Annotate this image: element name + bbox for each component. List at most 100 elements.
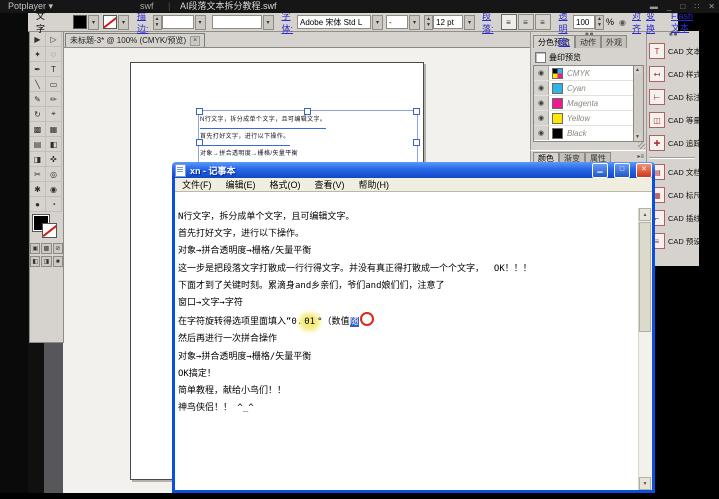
scroll-up-icon[interactable]: ▲ (639, 208, 651, 221)
player-app-menu[interactable]: Potplayer ▾ (8, 0, 53, 13)
stroke-weight-link[interactable]: 描边: (137, 13, 149, 31)
tool-type[interactable]: T (46, 62, 62, 77)
cad-style-button[interactable]: ↤ CAD 样式 (649, 66, 701, 82)
player-grid-button[interactable]: ∷ (694, 0, 699, 13)
font-link[interactable]: 字体: (282, 13, 294, 31)
cad-presets-button[interactable]: ≡ CAD 预设 (649, 233, 701, 249)
tool-line[interactable]: ╲ (30, 77, 46, 92)
menu-help[interactable]: 帮助(H) (352, 178, 397, 191)
notepad-close-button[interactable]: ✕ (636, 163, 652, 178)
screen-mode-full-button[interactable]: ■ (53, 256, 63, 267)
player-pin-icon[interactable]: ▬ (650, 0, 658, 13)
tool-zoom[interactable]: ◔ (46, 197, 62, 212)
selection-handle[interactable] (196, 139, 203, 146)
plate-row[interactable]: ◉ Cyan (534, 81, 636, 96)
transform-panel-link[interactable]: 变换 (646, 13, 655, 31)
align-panel-link[interactable]: 对齐 (632, 13, 641, 31)
cad-insert-line-button[interactable]: ⌐ CAD 插线 (649, 210, 701, 226)
eye-toggle[interactable]: ◉ (534, 96, 549, 110)
document-tab[interactable]: 未标题-3* @ 100% (CMYK/预览) × (65, 33, 205, 47)
font-select[interactable]: Adobe 宋体 Std L (297, 15, 371, 29)
plate-row[interactable]: ◉ Black (534, 126, 636, 140)
flash-text-link[interactable]: Flash 文本 (671, 13, 693, 31)
eye-toggle[interactable]: ◉ (534, 66, 549, 80)
font-style-select[interactable]: - (386, 15, 408, 29)
eye-toggle[interactable]: ◉ (534, 126, 549, 140)
stroke-weight-input[interactable] (162, 15, 194, 29)
notepad-title-bar[interactable]: xn - 记事本 ▁ □ ✕ (172, 162, 655, 178)
panel-menu-icon[interactable]: ▸≡ (637, 153, 644, 160)
opacity-link[interactable]: 不透明度: (559, 13, 571, 31)
notepad-text-area[interactable]: N行文字，拆分成单个文字，且可编辑文字。 首先打好文字，进行以下操作。 对象→拼… (175, 208, 652, 490)
tool-direct-selection[interactable]: ▷ (46, 32, 62, 47)
font-style-dropdown-icon[interactable]: ▾ (409, 15, 420, 30)
scrollbar-thumb[interactable] (639, 222, 651, 332)
overprint-preview-checkbox[interactable] (535, 52, 546, 63)
tool-rotate[interactable]: ↻ (30, 107, 46, 122)
tool-gradient[interactable]: ✜ (46, 152, 62, 167)
tool-lasso[interactable]: ◌ (46, 47, 62, 62)
brush-input[interactable] (212, 15, 262, 29)
paragraph-link[interactable]: 段落: (482, 13, 494, 31)
tool-pencil[interactable]: ✏ (46, 92, 62, 107)
tool-eyedropper[interactable]: ✂ (30, 167, 46, 182)
opacity-spinner[interactable]: ▲▼ (595, 15, 604, 30)
stroke-color-swatch[interactable] (103, 15, 117, 29)
tool-rectangle[interactable]: ▭ (46, 77, 62, 92)
tool-graph[interactable]: ◧ (46, 137, 62, 152)
stroke-dropdown-icon[interactable]: ▾ (118, 15, 129, 30)
plate-list-scrollbar[interactable]: ▲ ▼ (633, 65, 644, 142)
screen-mode-normal-button[interactable]: ◧ (30, 256, 40, 267)
menu-view[interactable]: 查看(V) (308, 178, 352, 191)
panel-resize-grip[interactable] (638, 142, 645, 149)
scroll-up-icon[interactable]: ▲ (634, 66, 641, 74)
stroke-weight-spinner[interactable]: ▲▼ (153, 15, 162, 30)
opacity-circle-icon[interactable]: ◉ (619, 13, 626, 31)
player-tab[interactable]: swf (140, 0, 154, 13)
player-maximize-button[interactable]: □ (680, 0, 685, 13)
tool-live-paint[interactable]: ✱ (30, 182, 46, 197)
scroll-down-icon[interactable]: ▼ (639, 477, 651, 490)
font-size-dropdown-icon[interactable]: ▾ (464, 15, 475, 30)
tool-hand[interactable]: ● (30, 197, 46, 212)
cad-tracker-button[interactable]: ✚ CAD 追踪 (649, 135, 701, 151)
tool-paintbrush[interactable]: ✎ (30, 92, 46, 107)
selection-handle[interactable] (304, 108, 311, 115)
brush-dropdown-icon[interactable]: ▾ (263, 15, 274, 30)
selection-handle[interactable] (196, 108, 203, 115)
notepad-minimize-button[interactable]: ▁ (592, 163, 608, 178)
align-center-button[interactable]: ≡ (518, 14, 534, 30)
player-close-button[interactable]: ✕ (708, 0, 715, 13)
eye-toggle[interactable]: ◉ (534, 81, 549, 95)
tab-actions[interactable]: 动作 (575, 35, 601, 48)
none-mode-button[interactable]: ⊘ (53, 243, 63, 254)
font-size-spinner[interactable]: ▲▼ (424, 15, 433, 30)
plate-row[interactable]: ◉ Magenta (534, 96, 636, 111)
notepad-scrollbar[interactable]: ▲ ▼ (638, 208, 652, 490)
fill-color-swatch[interactable] (73, 15, 87, 29)
fill-dropdown-icon[interactable]: ▾ (88, 15, 99, 30)
selection-handle[interactable] (413, 139, 420, 146)
cad-dimension-button[interactable]: ⊢ CAD 标注 (649, 89, 701, 105)
cad-text-button[interactable]: T CAD 文本 (649, 43, 701, 59)
tool-magic-wand[interactable]: ✦ (30, 47, 46, 62)
font-size-input[interactable]: 12 pt (433, 15, 463, 29)
tool-symbol-sprayer[interactable]: ▤ (30, 137, 46, 152)
screen-mode-full-menu-button[interactable]: ◨ (41, 256, 51, 267)
toolbox-stroke-swatch[interactable] (42, 223, 57, 238)
cad-document-button[interactable]: ▤ CAD 文档 (649, 164, 701, 180)
plate-row[interactable]: ◉ CMYK (534, 66, 636, 81)
align-left-button[interactable]: ≡ (501, 14, 517, 30)
cad-ruler-button[interactable]: ▦ CAD 标尺 (649, 187, 701, 203)
tab-appearance[interactable]: 外观 (601, 35, 627, 48)
gradient-mode-button[interactable]: ▩ (41, 243, 51, 254)
align-right-button[interactable]: ≡ (535, 14, 551, 30)
menu-file[interactable]: 文件(F) (175, 178, 219, 191)
scroll-down-icon[interactable]: ▼ (634, 133, 641, 141)
notepad-maximize-button[interactable]: □ (614, 163, 630, 178)
opacity-input[interactable]: 100 (573, 15, 595, 29)
stroke-weight-dropdown-icon[interactable]: ▾ (195, 15, 206, 30)
font-dropdown-icon[interactable]: ▾ (372, 15, 383, 30)
menu-edit[interactable]: 编辑(E) (219, 178, 263, 191)
selection-handle[interactable] (413, 108, 420, 115)
